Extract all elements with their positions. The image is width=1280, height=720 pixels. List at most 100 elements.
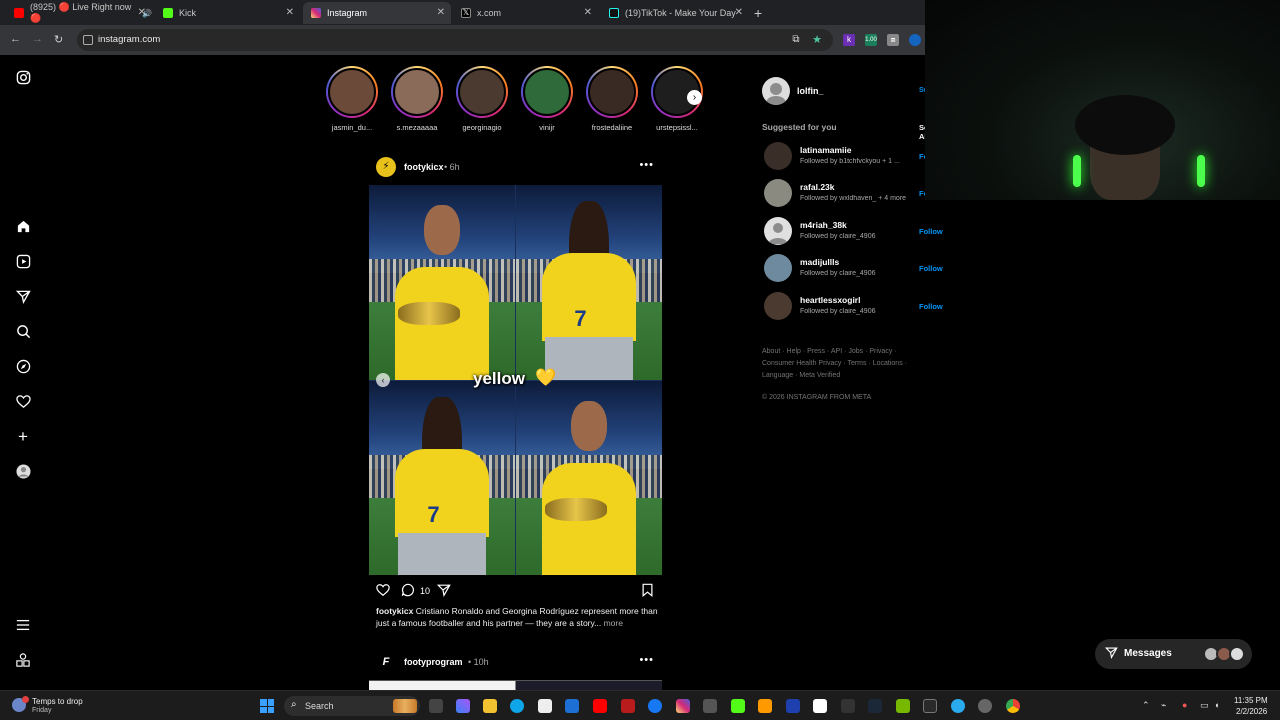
tab-kick[interactable]: Kick ✕ <box>155 2 300 24</box>
post-media[interactable]: 7 7 yellow 💛 ‹ <box>369 185 662 575</box>
like-heart-icon[interactable] <box>376 583 390 601</box>
suggestion-avatar[interactable] <box>764 254 792 282</box>
post-media[interactable] <box>369 680 662 690</box>
app-icon[interactable] <box>841 699 855 713</box>
store-icon[interactable] <box>538 699 552 713</box>
stories-next-chevron-icon[interactable]: › <box>687 90 702 105</box>
post-timestamp[interactable]: • 6h <box>444 162 460 172</box>
extension-puzzle-icon[interactable]: ⧈ <box>887 34 899 46</box>
post-author-avatar[interactable]: ⚡ <box>376 157 396 177</box>
tab-x[interactable]: 𝕏 x.com ✕ <box>453 2 598 24</box>
create-plus-icon[interactable]: + <box>15 428 31 445</box>
youtube-icon[interactable] <box>593 699 607 713</box>
search-highlight-icon[interactable] <box>393 699 417 713</box>
menu-hamburger-icon[interactable] <box>15 618 31 634</box>
clock-time[interactable]: 11:35 PM <box>1234 696 1268 705</box>
footer-links[interactable]: About · Help · Press · API · Jobs · Priv… <box>762 346 922 382</box>
instagram-icon[interactable] <box>676 699 690 713</box>
close-icon[interactable]: ✕ <box>138 7 146 18</box>
netflix-icon[interactable] <box>621 699 635 713</box>
telegram-icon[interactable] <box>951 699 965 713</box>
suggestion-avatar[interactable] <box>764 179 792 207</box>
suggestion-username[interactable]: rafal.23k <box>800 182 835 192</box>
explore-icon[interactable] <box>15 359 31 375</box>
story-item[interactable]: jasmin_du... <box>322 66 382 132</box>
url-text[interactable]: instagram.com <box>98 34 160 45</box>
reload-icon[interactable]: ↻ <box>54 33 63 46</box>
task-view-icon[interactable] <box>429 699 443 713</box>
profile-avatar-icon[interactable] <box>15 464 31 480</box>
caption-username[interactable]: footykicx <box>376 606 413 616</box>
snipping-tool-icon[interactable] <box>786 699 800 713</box>
microphone-muted-icon[interactable]: ● <box>1182 700 1187 710</box>
steam-icon[interactable] <box>868 699 882 713</box>
display-icon[interactable]: ▭ <box>1200 700 1209 711</box>
copilot-icon[interactable] <box>456 699 470 713</box>
amazon-icon[interactable] <box>758 699 772 713</box>
suggestion-username[interactable]: m4riah_38k <box>800 220 847 230</box>
file-explorer-icon[interactable] <box>483 699 497 713</box>
extension-k-icon[interactable]: k <box>843 34 855 46</box>
direct-messages-icon[interactable] <box>15 289 31 305</box>
epic-games-icon[interactable] <box>923 699 937 713</box>
carousel-prev-chevron-icon[interactable]: ‹ <box>376 373 390 387</box>
suggestion-avatar[interactable] <box>764 292 792 320</box>
extension-counter-icon[interactable]: 1.00 <box>865 34 877 46</box>
comment-icon[interactable] <box>401 583 415 601</box>
caption-more-link[interactable]: more <box>601 618 623 628</box>
outlook-icon[interactable] <box>565 699 579 713</box>
tab-tiktok[interactable]: (19)TikTok - Make Your Day ✕ <box>601 2 749 24</box>
search-icon[interactable] <box>15 324 31 340</box>
volume-icon[interactable]: ◖ <box>1214 700 1219 710</box>
clock-date[interactable]: 2/2/2026 <box>1236 707 1267 716</box>
suggestion-avatar[interactable] <box>764 217 792 245</box>
follow-button[interactable]: Follow <box>919 302 943 311</box>
settings-gear-icon[interactable] <box>978 699 992 713</box>
post-author-username[interactable]: footyprogram <box>404 657 463 667</box>
suggestion-username[interactable]: heartlessxogirl <box>800 295 860 305</box>
also-from-meta-icon[interactable] <box>15 653 31 669</box>
instagram-logo-icon[interactable] <box>15 70 31 86</box>
close-icon[interactable]: ✕ <box>286 7 294 18</box>
network-icon[interactable]: ⌁ <box>1161 700 1166 711</box>
facebook-icon[interactable] <box>648 699 662 713</box>
post-author-avatar[interactable]: F <box>376 652 396 672</box>
post-author-username[interactable]: footykicx <box>404 162 444 172</box>
story-item[interactable]: s.mezaaaaa <box>387 66 447 132</box>
share-icon[interactable] <box>436 583 451 601</box>
chrome-icon[interactable] <box>1006 699 1020 713</box>
home-icon[interactable] <box>15 219 31 235</box>
close-icon[interactable]: ✕ <box>735 7 743 18</box>
story-item[interactable]: frostedaliine <box>582 66 642 132</box>
story-item[interactable]: vinijr <box>517 66 577 132</box>
suggestion-username[interactable]: madijullls <box>800 257 839 267</box>
back-icon[interactable]: ← <box>10 33 21 45</box>
follow-button[interactable]: Follow <box>919 264 943 273</box>
suggestion-username[interactable]: latinamamiie <box>800 145 852 155</box>
story-item[interactable]: georginagio <box>452 66 512 132</box>
weather-headline[interactable]: Temps to drop <box>32 697 83 706</box>
bookmark-star-icon[interactable]: ★ <box>811 34 823 46</box>
new-tab-icon[interactable]: + <box>754 5 762 21</box>
notifications-heart-icon[interactable] <box>15 394 31 410</box>
follow-button[interactable]: Follow <box>919 227 943 236</box>
roblox-icon[interactable] <box>813 699 827 713</box>
post-timestamp[interactable]: • 10h <box>468 657 489 667</box>
messages-button[interactable]: Messages <box>1095 639 1252 669</box>
suggestion-avatar[interactable] <box>764 142 792 170</box>
forward-icon[interactable]: → <box>32 33 43 45</box>
more-options-icon[interactable]: ••• <box>639 654 654 666</box>
calculator-icon[interactable] <box>703 699 717 713</box>
save-bookmark-icon[interactable] <box>641 583 654 601</box>
tab-youtube[interactable]: (8925) 🔴 Live Right now 🔴 🔊 ✕ <box>6 2 152 24</box>
reels-icon[interactable] <box>15 254 31 270</box>
start-windows-icon[interactable] <box>260 699 274 713</box>
address-bar[interactable]: instagram.com <box>77 29 833 51</box>
current-user-avatar[interactable] <box>762 77 790 105</box>
more-options-icon[interactable]: ••• <box>639 159 654 171</box>
chevron-up-icon[interactable]: ⌃ <box>1142 700 1150 711</box>
nvidia-icon[interactable] <box>896 699 910 713</box>
weather-subtitle[interactable]: Friday <box>32 707 51 714</box>
close-icon[interactable]: ✕ <box>437 7 445 18</box>
current-user-username[interactable]: lolfin_ <box>797 86 824 96</box>
